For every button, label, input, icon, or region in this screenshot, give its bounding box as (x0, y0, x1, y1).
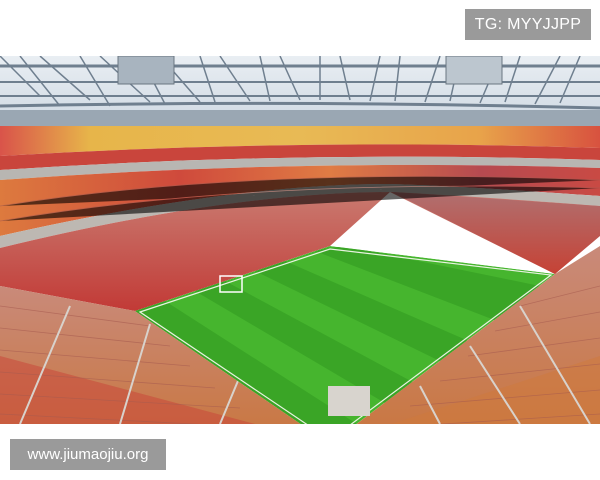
roof-edge (0, 110, 600, 126)
scoreboard-left (117, 56, 175, 85)
tunnel-walkway (328, 386, 370, 416)
scoreboard-right (445, 56, 503, 85)
stadium-photo (0, 56, 600, 424)
stadium-illustration (0, 56, 600, 424)
watermark-top-label: TG: MYYJJPP (465, 9, 591, 40)
watermark-bottom-label: www.jiumaojiu.org (10, 439, 166, 470)
page: TG: MYYJJPP www.jiumaojiu.org (0, 0, 600, 480)
